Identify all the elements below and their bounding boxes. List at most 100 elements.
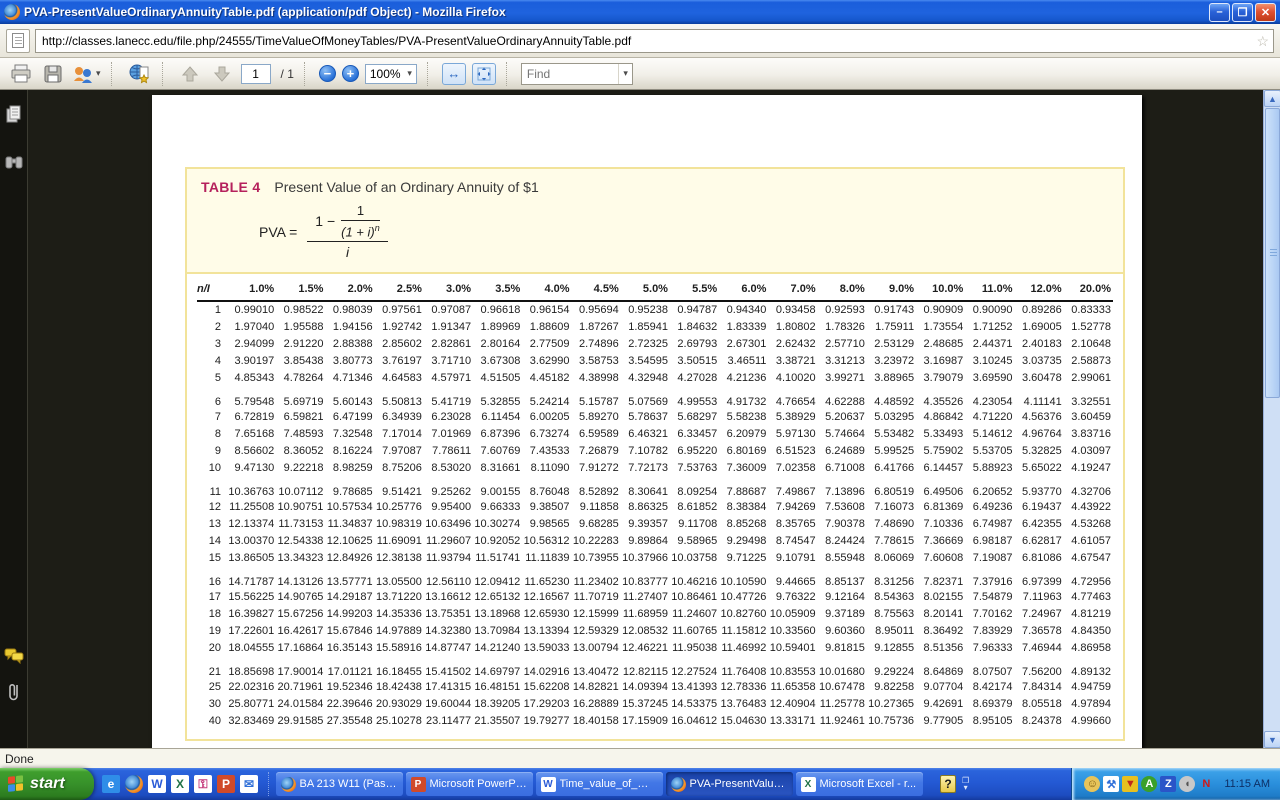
attachments-panel-button[interactable] [4, 682, 24, 702]
taskbar-button[interactable]: PMicrosoft PowerPo... [406, 772, 533, 796]
pva-factor-cell: 18.39205 [473, 695, 522, 712]
pva-factor-cell: 6.42355 [1015, 515, 1064, 532]
scroll-down-button[interactable]: ▼ [1264, 731, 1280, 748]
pva-factor-cell: 13.59033 [522, 639, 571, 656]
pva-factor-cell: 14.32380 [424, 622, 473, 639]
print-button[interactable] [8, 61, 34, 87]
pva-factor-cell: 4.76654 [768, 386, 817, 408]
pva-factor-cell: 2.91220 [276, 335, 325, 352]
find-input[interactable] [522, 67, 618, 81]
table-header-section: TABLE 4 Present Value of an Ordinary Ann… [187, 169, 1123, 274]
pva-factor-cell: 10.82760 [719, 605, 768, 622]
taskbar-button[interactable]: PVA-PresentValue... [666, 772, 793, 796]
url-input[interactable] [35, 29, 1274, 53]
vertical-scrollbar[interactable]: ▲ ▼ [1263, 90, 1280, 748]
word-icon: W [541, 777, 556, 792]
access-icon[interactable]: ⚿ [194, 775, 212, 793]
pdf-navigation-pane [0, 90, 28, 748]
show-hidden-icons-button[interactable]: ❐▾ [962, 777, 969, 791]
comments-panel-button[interactable] [4, 646, 24, 666]
pva-factor-cell: 3.32551 [1064, 386, 1113, 408]
pva-factor-cell: 11.23402 [572, 566, 621, 588]
outlook-icon[interactable]: ✉ [240, 775, 258, 793]
pages-panel-button[interactable] [4, 104, 24, 124]
scrollbar-thumb[interactable] [1265, 108, 1280, 398]
pva-factor-cell: 7.96333 [965, 639, 1014, 656]
pva-factor-cell: 8.54363 [867, 588, 916, 605]
pva-factor-cell: 4.99553 [670, 386, 719, 408]
zoom-out-button[interactable]: − [319, 65, 336, 82]
search-panel-button[interactable] [4, 152, 24, 172]
table-row: 3025.8077124.0158422.3964620.9302919.600… [197, 695, 1113, 712]
taskbar-button-label: Microsoft PowerPo... [430, 778, 528, 790]
pva-factor-cell: 13.00794 [572, 639, 621, 656]
novell-icon[interactable]: N [1198, 776, 1214, 792]
table-body-section: n/I1.0%1.5%2.0%2.5%3.0%3.5%4.0%4.5%5.0%5… [187, 274, 1123, 739]
pva-factor-cell: 4.48592 [867, 386, 916, 408]
site-identity-button[interactable] [6, 29, 30, 53]
row-period: 10 [197, 459, 227, 476]
bookmark-star-icon[interactable]: ☆ [1256, 33, 1269, 49]
close-button[interactable]: ✕ [1255, 3, 1276, 22]
fit-width-button[interactable]: ↔ [442, 63, 466, 85]
fit-page-button[interactable] [472, 63, 496, 85]
pva-factor-cell: 0.90090 [965, 301, 1014, 318]
pva-factor-cell: 14.90765 [276, 588, 325, 605]
pva-factor-cell: 5.79548 [227, 386, 276, 408]
antivirus-shield-icon[interactable]: ▼ [1122, 776, 1138, 792]
scroll-up-button[interactable]: ▲ [1264, 90, 1280, 107]
pva-factor-cell: 4.72956 [1064, 566, 1113, 588]
pages-icon [5, 104, 23, 124]
pva-factor-cell: 13.05500 [375, 566, 424, 588]
pva-factor-cell: 3.67308 [473, 352, 522, 369]
zoom-in-button[interactable]: + [342, 65, 359, 82]
restore-button[interactable]: ❐ [1232, 3, 1253, 22]
taskbar-button[interactable]: XMicrosoft Excel - r... [796, 772, 923, 796]
previous-page-button[interactable] [177, 61, 203, 87]
pva-factor-cell: 3.62990 [522, 352, 571, 369]
z-app-icon[interactable]: Z [1160, 776, 1176, 792]
row-period: 11 [197, 476, 227, 498]
save-button[interactable] [40, 61, 66, 87]
zoom-level-select[interactable]: 100% ▾ [365, 64, 417, 84]
page-number-input[interactable] [241, 64, 271, 84]
column-header: 3.5% [473, 280, 522, 301]
pva-factor-cell: 5.99525 [867, 442, 916, 459]
speaker-icon[interactable]: ◖ [1179, 776, 1195, 792]
pva-factor-cell: 5.93770 [1015, 476, 1064, 498]
powerpoint-icon[interactable]: P [217, 775, 235, 793]
excel-icon[interactable]: X [171, 775, 189, 793]
help-icon[interactable]: ? [940, 775, 956, 793]
pva-factor-cell: 6.49236 [965, 498, 1014, 515]
pva-factor-cell: 5.32825 [1015, 442, 1064, 459]
share-button[interactable] [126, 61, 152, 87]
minimize-button[interactable]: – [1209, 3, 1230, 22]
pva-factor-cell: 19.52346 [325, 678, 374, 695]
collaborate-button[interactable]: ▾ [72, 61, 101, 87]
title-bar: PVA-PresentValueOrdinaryAnnuityTable.pdf… [0, 0, 1280, 24]
ie-icon[interactable]: e [102, 775, 120, 793]
pva-factor-cell: 4.81219 [1064, 605, 1113, 622]
pva-factor-cell: 9.68285 [572, 515, 621, 532]
pva-factor-cell: 5.33493 [916, 425, 965, 442]
word-icon[interactable]: W [148, 775, 166, 793]
green-a-icon[interactable]: A [1141, 776, 1157, 792]
pva-factor-cell: 0.94340 [719, 301, 768, 318]
printer-icon [10, 64, 32, 84]
chevron-down-icon[interactable]: ▾ [618, 64, 632, 84]
pva-factor-cell: 7.54879 [965, 588, 1014, 605]
pva-factor-cell: 4.77463 [1064, 588, 1113, 605]
pva-factor-cell: 8.64869 [916, 656, 965, 678]
taskbar-button[interactable]: BA 213 W11 (Pasc... [276, 772, 403, 796]
firefox-icon[interactable] [125, 775, 143, 793]
taskbar-button[interactable]: WTime_value_of_mo... [536, 772, 663, 796]
row-period: 2 [197, 318, 227, 335]
wrench-icon[interactable]: ⚒ [1103, 776, 1119, 792]
fit-page-icon [476, 66, 492, 82]
pva-factor-cell: 6.24689 [818, 442, 867, 459]
start-button[interactable]: start [0, 768, 94, 800]
agent-face-icon[interactable]: ☺ [1084, 776, 1100, 792]
pva-factor-cell: 10.46216 [670, 566, 719, 588]
pva-factor-cell: 13.75351 [424, 605, 473, 622]
next-page-button[interactable] [209, 61, 235, 87]
